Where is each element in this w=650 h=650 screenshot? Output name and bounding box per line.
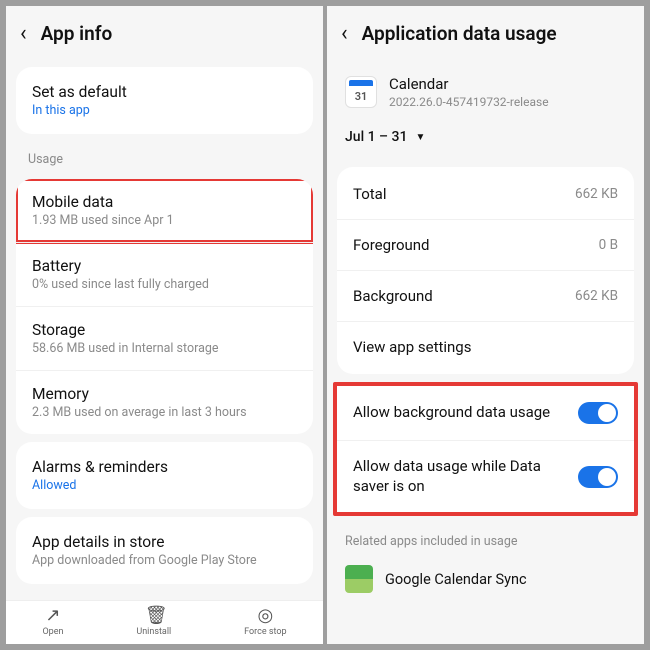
back-icon[interactable]: ‹ [20,23,27,45]
open-label: Open [42,627,63,637]
uninstall-button[interactable]: 🗑 Uninstall [136,607,171,637]
mobile-data-title: Mobile data [32,193,297,211]
open-icon: ↗ [44,607,62,625]
alarms-sub: Allowed [32,478,297,493]
total-row: Total 662 KB [337,169,634,219]
background-row: Background 662 KB [337,270,634,321]
chevron-down-icon: ▼ [415,132,425,143]
related-apps-label: Related apps included in usage [327,522,644,555]
page-title: App info [41,22,113,45]
total-label: Total [353,185,387,203]
battery-row[interactable]: Battery 0% used since last fully charged [16,242,313,306]
allow-data-saver-row[interactable]: Allow data usage while Data saver is on [337,440,634,512]
mobile-data-sub: 1.93 MB used since Apr 1 [32,213,297,228]
calendar-icon-day: 31 [355,90,368,103]
memory-sub: 2.3 MB used on average in last 3 hours [32,405,297,420]
details-title: App details in store [32,533,297,551]
app-version: 2022.26.0-457419732-release [389,95,549,109]
allow-data-saver-label: Allow data usage while Data saver is on [353,457,564,496]
allow-background-data-row[interactable]: Allow background data usage [337,386,634,440]
usage-section-label: Usage [6,142,323,171]
background-value: 662 KB [575,288,618,304]
open-button[interactable]: ↗ Open [42,607,63,637]
view-app-settings-row[interactable]: View app settings [337,321,634,372]
memory-title: Memory [32,385,297,403]
foreground-value: 0 B [599,237,618,253]
header: ‹ Application data usage [327,6,644,59]
alarms-card[interactable]: Alarms & reminders Allowed [16,442,313,509]
calendar-sync-icon [345,565,373,593]
storage-title: Storage [32,321,297,339]
alarms-title: Alarms & reminders [32,458,297,476]
details-card[interactable]: App details in store App downloaded from… [16,517,313,584]
foreground-label: Foreground [353,236,430,254]
foreground-row: Foreground 0 B [337,219,634,270]
allow-background-data-label: Allow background data usage [353,403,564,423]
set-default-card[interactable]: Set as default In this app [16,67,313,134]
toggles-card: Allow background data usage Allow data u… [333,382,638,516]
header: ‹ App info [6,6,323,59]
bottom-bar: ↗ Open 🗑 Uninstall ◎ Force stop [6,600,323,644]
stop-icon: ◎ [256,607,274,625]
period-selector[interactable]: Jul 1 – 31 ▼ [327,119,644,159]
uninstall-label: Uninstall [136,627,171,637]
allow-background-data-toggle[interactable] [578,402,618,424]
trash-icon: 🗑 [145,607,163,625]
battery-title: Battery [32,257,297,275]
related-app-name: Google Calendar Sync [385,571,527,588]
details-sub: App downloaded from Google Play Store [32,553,297,568]
back-icon[interactable]: ‹ [341,23,348,45]
period-text: Jul 1 – 31 [345,129,407,145]
storage-sub: 58.66 MB used in Internal storage [32,341,297,356]
usage-stats-card: Total 662 KB Foreground 0 B Background 6… [337,167,634,374]
usage-card: Mobile data 1.93 MB used since Apr 1 Bat… [16,179,313,434]
force-stop-button[interactable]: ◎ Force stop [244,607,286,637]
background-label: Background [353,287,433,305]
calendar-icon: 31 [345,76,377,108]
app-name: Calendar [389,75,549,93]
memory-row[interactable]: Memory 2.3 MB used on average in last 3 … [16,370,313,434]
storage-row[interactable]: Storage 58.66 MB used in Internal storag… [16,306,313,370]
force-stop-label: Force stop [244,627,286,637]
set-default-title: Set as default [32,83,297,101]
page-title: Application data usage [362,22,557,45]
left-screenshot: ‹ App info Set as default In this app Us… [6,6,323,644]
mobile-data-row[interactable]: Mobile data 1.93 MB used since Apr 1 [16,179,313,242]
right-screenshot: ‹ Application data usage 31 Calendar 202… [327,6,644,644]
total-value: 662 KB [575,186,618,202]
app-header: 31 Calendar 2022.26.0-457419732-release [327,59,644,119]
set-default-sub: In this app [32,103,297,118]
battery-sub: 0% used since last fully charged [32,277,297,292]
related-app-row[interactable]: Google Calendar Sync [327,555,644,613]
allow-data-saver-toggle[interactable] [578,466,618,488]
